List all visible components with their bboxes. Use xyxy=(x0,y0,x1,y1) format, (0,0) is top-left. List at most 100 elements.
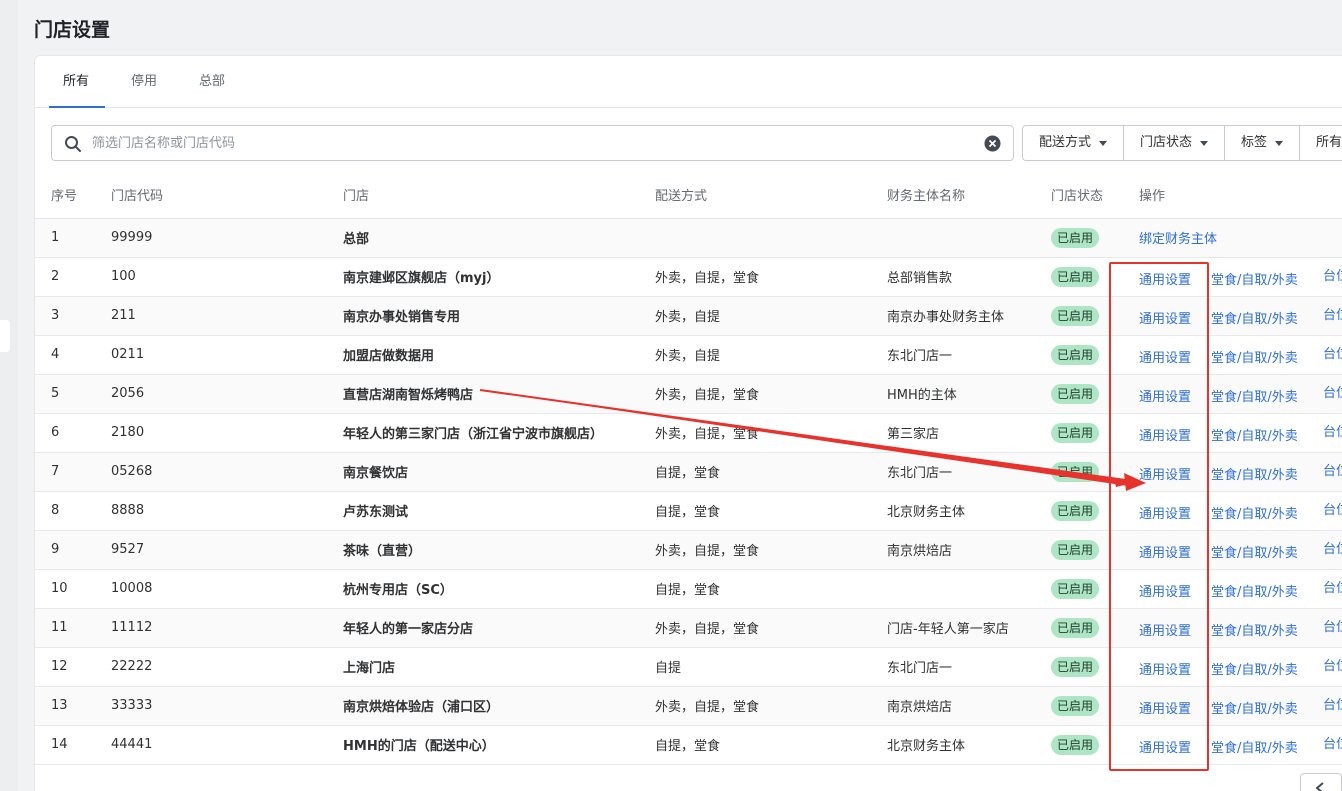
cell-delivery: 自提 xyxy=(655,647,887,687)
cell-index: 1 xyxy=(35,218,111,258)
chevron-down-icon xyxy=(1099,140,1108,146)
op-link-dining[interactable]: 堂食/自取/外卖 xyxy=(1211,386,1323,405)
op-link-primary[interactable]: 通用设置 xyxy=(1139,503,1211,522)
table-row: 88888卢苏东测试自提，堂食北京财务主体已启用通用设置堂食/自取/外卖台位 xyxy=(35,491,1342,531)
op-link-primary[interactable]: 绑定财务主体 xyxy=(1139,228,1217,247)
cell-index: 9 xyxy=(35,530,111,570)
cell-ops: 通用设置堂食/自取/外卖台位 xyxy=(1139,491,1342,531)
cell-delivery: 外卖，自提 xyxy=(655,296,887,336)
op-link-primary[interactable]: 通用设置 xyxy=(1139,581,1211,600)
op-link-dining[interactable]: 堂食/自取/外卖 xyxy=(1211,698,1323,717)
cell-code: 22222 xyxy=(111,647,343,687)
clear-icon[interactable] xyxy=(984,135,1001,152)
table-row: 14 44441 HMH的门店（配送中心） 自提，堂食 北京财务主体 已启用 通用设置 堂食/… xyxy=(35,725,1342,765)
op-link-tables[interactable]: 台位 xyxy=(1323,421,1342,440)
tab-headquarters[interactable]: 总部 xyxy=(199,56,225,108)
op-link-primary[interactable]: 通用设置 xyxy=(1139,425,1211,444)
cell-finance: 总部销售款 xyxy=(887,257,1051,297)
store-table: 序号 门店代码 门店 配送方式 财务主体名称 门店状态 操作 1 99999 总部已… xyxy=(35,172,1342,765)
op-link-tables[interactable]: 台位 xyxy=(1323,382,1342,401)
cell-status: 已启用 xyxy=(1051,335,1139,375)
cell-delivery: 外卖，自提，堂食 xyxy=(655,413,887,453)
op-link-dining[interactable]: 堂食/自取/外卖 xyxy=(1211,464,1323,483)
op-link-tables[interactable]: 台位 xyxy=(1323,538,1342,557)
op-link-primary[interactable]: 通用设置 xyxy=(1139,464,1211,483)
cell-store: 直营店湖南智烁烤鸭店 xyxy=(343,374,655,414)
op-link-primary[interactable]: 通用设置 xyxy=(1139,737,1211,756)
op-link-primary[interactable]: 通用设置 xyxy=(1139,542,1211,561)
sidebar-toggle-handle[interactable] xyxy=(0,320,10,352)
cell-status: 已启用 xyxy=(1051,257,1139,297)
filter-delivery[interactable]: 配送方式 xyxy=(1023,126,1125,160)
op-link-dining[interactable]: 堂食/自取/外卖 xyxy=(1211,347,1323,366)
cell-code: 100 xyxy=(111,257,343,297)
cell-delivery: 外卖，自提，堂食 xyxy=(655,257,887,297)
header-code: 门店代码 xyxy=(111,172,343,219)
status-badge: 已启用 xyxy=(1051,578,1100,599)
cell-status: 已启用 xyxy=(1051,452,1139,492)
search-input[interactable] xyxy=(92,127,972,159)
op-link-primary[interactable]: 通用设置 xyxy=(1139,347,1211,366)
op-link-tables[interactable]: 台位 xyxy=(1323,733,1342,752)
cell-index: 4 xyxy=(35,335,111,375)
cell-index: 7 xyxy=(35,452,111,492)
left-side-strip xyxy=(0,0,18,791)
op-link-dining[interactable]: 堂食/自取/外卖 xyxy=(1211,308,1323,327)
op-link-dining[interactable]: 堂食/自取/外卖 xyxy=(1211,620,1323,639)
op-link-primary[interactable]: 通用设置 xyxy=(1139,308,1211,327)
table-row: 1010008杭州专用店（SC）自提，堂食 已启用 通用设置堂食/自取/外卖台位 xyxy=(35,569,1342,609)
cell-finance: 南京烘焙店 xyxy=(887,686,1051,726)
pagination-prev-button[interactable] xyxy=(1300,773,1342,791)
status-badge: 已启用 xyxy=(1051,227,1100,248)
op-link-dining[interactable]: 堂食/自取/外卖 xyxy=(1211,542,1323,561)
cell-index: 14 xyxy=(35,725,111,765)
cell-status: 已启用 xyxy=(1051,608,1139,648)
tab-bar: 所有 停用 总部 xyxy=(35,56,1342,108)
cell-code: 8888 xyxy=(111,491,343,531)
cell-finance: 北京财务主体 xyxy=(887,491,1051,531)
op-link-tables[interactable]: 台位 xyxy=(1323,499,1342,518)
op-link-tables[interactable]: 台位 xyxy=(1323,265,1342,284)
op-link-primary[interactable]: 通用设置 xyxy=(1139,620,1211,639)
op-link-primary[interactable]: 通用设置 xyxy=(1139,698,1211,717)
search-box xyxy=(51,125,1014,161)
status-badge: 已启用 xyxy=(1051,617,1100,638)
op-link-tables[interactable]: 台位 xyxy=(1323,343,1342,362)
table-row: 11 11112 年轻人的第一家店分店 外卖，自提，堂食 门店-年轻人第一家店 已启用 通用… xyxy=(35,608,1342,648)
tab-disabled[interactable]: 停用 xyxy=(131,56,157,108)
table-row: 5 2056 直营店湖南智烁烤鸭店 外卖，自提，堂食 HMH的主体 已启用 通用设置 堂食/自… xyxy=(35,374,1342,414)
cell-finance: 门店-年轻人第一家店 xyxy=(887,608,1051,648)
op-link-tables[interactable]: 台位 xyxy=(1323,616,1342,635)
op-link-primary[interactable]: 通用设置 xyxy=(1139,386,1211,405)
cell-ops: 通用设置堂食/自取/外卖台位 xyxy=(1139,725,1342,765)
op-link-tables[interactable]: 台位 xyxy=(1323,694,1342,713)
tab-all[interactable]: 所有 xyxy=(48,56,106,108)
op-link-primary[interactable]: 通用设置 xyxy=(1139,269,1211,288)
op-link-dining[interactable]: 堂食/自取/外卖 xyxy=(1211,581,1323,600)
op-link-tables[interactable]: 台位 xyxy=(1323,304,1342,323)
cell-ops: 通用设置堂食/自取/外卖台位 xyxy=(1139,647,1342,687)
table-row: 6 2180 年轻人的第三家门店（浙江省宁波市旗舰店） 外卖，自提，堂食 第三家店 已启用… xyxy=(35,413,1342,453)
op-link-tables[interactable]: 台位 xyxy=(1323,460,1342,479)
cell-index: 10 xyxy=(35,569,111,609)
filter-all[interactable]: 所有 xyxy=(1300,126,1342,160)
cell-ops: 通用设置堂食/自取/外卖台位 xyxy=(1139,569,1342,609)
cell-code: 05268 xyxy=(111,452,343,492)
op-link-dining[interactable]: 堂食/自取/外卖 xyxy=(1211,269,1323,288)
cell-status: 已启用 xyxy=(1051,686,1139,726)
page-title: 门店设置 xyxy=(34,19,111,41)
op-link-dining[interactable]: 堂食/自取/外卖 xyxy=(1211,737,1323,756)
filter-tag[interactable]: 标签 xyxy=(1225,126,1301,160)
cell-ops: 通用设置堂食/自取/外卖台位 xyxy=(1139,608,1342,648)
filter-status[interactable]: 门店状态 xyxy=(1124,126,1226,160)
op-link-dining[interactable]: 堂食/自取/外卖 xyxy=(1211,659,1323,678)
cell-code: 99999 xyxy=(111,218,343,258)
op-link-dining[interactable]: 堂食/自取/外卖 xyxy=(1211,425,1323,444)
op-link-tables[interactable]: 台位 xyxy=(1323,577,1342,596)
cell-store: 总部 xyxy=(343,218,655,258)
op-link-tables[interactable]: 台位 xyxy=(1323,655,1342,674)
status-badge: 已启用 xyxy=(1051,656,1100,677)
op-link-primary[interactable]: 通用设置 xyxy=(1139,659,1211,678)
status-badge: 已启用 xyxy=(1051,344,1100,365)
op-link-dining[interactable]: 堂食/自取/外卖 xyxy=(1211,503,1323,522)
